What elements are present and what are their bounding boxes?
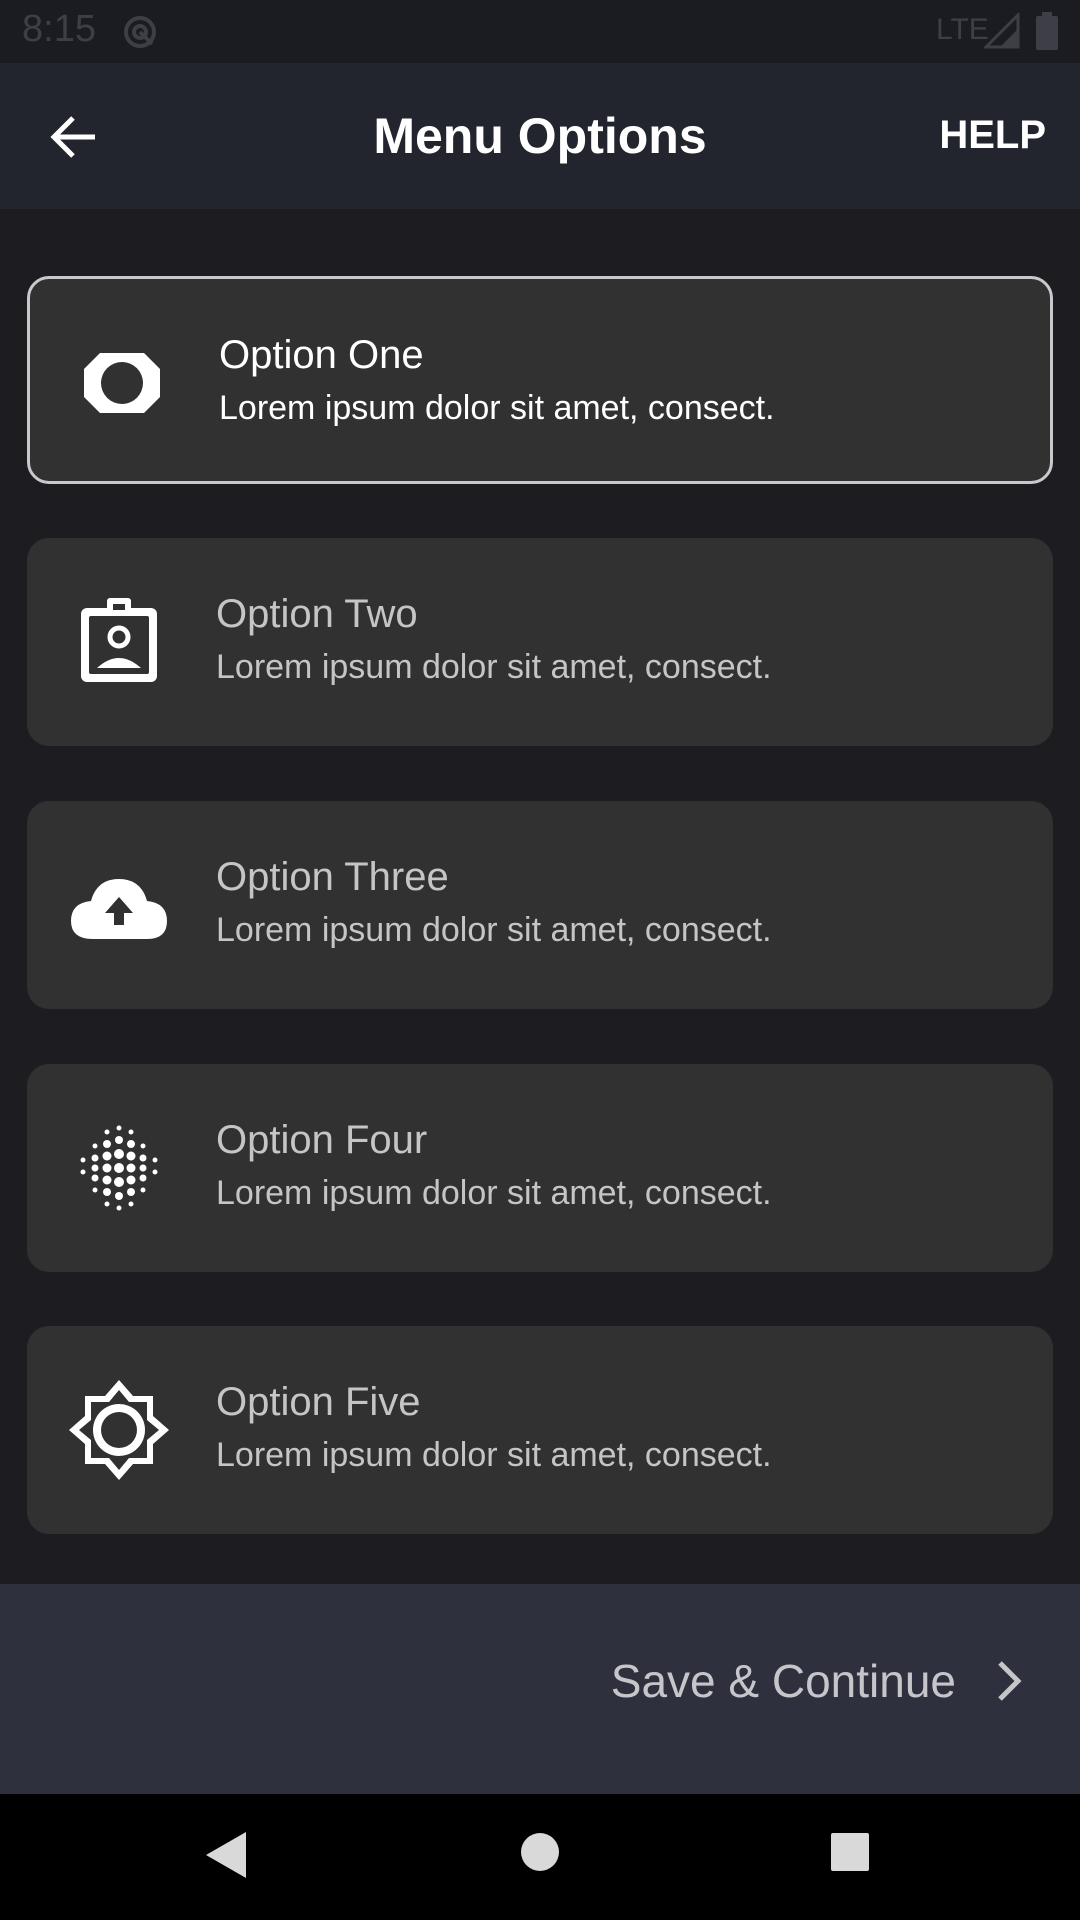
nav-recents-icon[interactable] [830, 1832, 870, 1872]
nav-home-icon[interactable] [520, 1832, 560, 1872]
brightness-icon [69, 1380, 169, 1480]
action-bar: Save & Continue [0, 1584, 1080, 1794]
arrow-back-icon [50, 116, 95, 158]
option-title: Option Five [216, 1380, 421, 1424]
status-bar: 8:15 LTE [0, 0, 1080, 63]
signal-icon [984, 13, 1020, 49]
status-time: 8:15 [22, 8, 96, 50]
option-description: Lorem ipsum dolor sit amet, consect. [216, 648, 772, 686]
page-title: Menu Options [373, 108, 707, 164]
option-card-one[interactable]: Option One Lorem ipsum dolor sit amet, c… [27, 276, 1053, 484]
help-button[interactable]: HELP [939, 113, 1046, 158]
system-nav-bar [0, 1794, 1080, 1920]
option-card-two[interactable]: Option Two Lorem ipsum dolor sit amet, c… [27, 538, 1053, 746]
badge-icon [81, 598, 157, 682]
save-continue-label: Save & Continue [610, 1655, 956, 1707]
screen: 8:15 LTE Menu Options HELP Option One Lo… [0, 0, 1080, 1920]
battery-icon [1036, 12, 1058, 50]
network-type: LTE [936, 13, 989, 46]
option-card-four[interactable]: Option Four Lorem ipsum dolor sit amet, … [27, 1064, 1053, 1272]
option-card-three[interactable]: Option Three Lorem ipsum dolor sit amet,… [27, 801, 1053, 1009]
save-continue-button[interactable]: Save & Continue [611, 1654, 1030, 1708]
app-bar: Menu Options HELP [0, 63, 1080, 209]
nav-back-icon[interactable] [204, 1830, 248, 1880]
option-card-five[interactable]: Option Five Lorem ipsum dolor sit amet, … [27, 1326, 1053, 1534]
option-description: Lorem ipsum dolor sit amet, consect. [216, 1436, 772, 1474]
cloud-upload-icon [71, 879, 167, 939]
lens-icon [84, 353, 160, 413]
option-title: Option Three [216, 855, 449, 899]
option-title: Option Four [216, 1118, 428, 1162]
option-title: Option One [219, 333, 424, 377]
chevron-right-icon [998, 1661, 1022, 1701]
option-title: Option Two [216, 592, 418, 636]
option-description: Lorem ipsum dolor sit amet, consect. [216, 1174, 772, 1212]
option-description: Lorem ipsum dolor sit amet, consect. [216, 911, 772, 949]
back-button[interactable] [38, 107, 108, 167]
option-description: Lorem ipsum dolor sit amet, consect. [219, 389, 775, 427]
blur-dots-icon [80, 1125, 158, 1211]
sync-status-icon [124, 16, 156, 48]
